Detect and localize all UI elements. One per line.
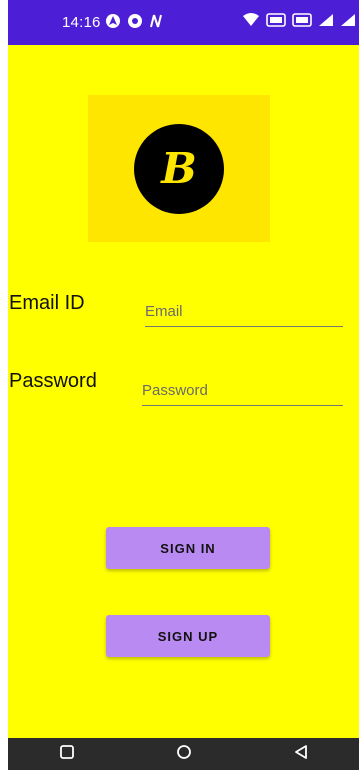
triangle-back-icon (294, 744, 308, 764)
circle-icon (176, 744, 191, 764)
password-label: Password (9, 370, 97, 392)
screen-left-margin (0, 0, 8, 770)
back-button[interactable] (286, 742, 316, 766)
signal-icon (340, 13, 356, 32)
sim2-icon (292, 13, 312, 32)
email-field-wrapper (145, 296, 343, 327)
status-bar: 14:16 (8, 0, 359, 45)
password-field[interactable] (142, 375, 343, 405)
sign-up-button[interactable]: SIGN UP (106, 615, 270, 657)
status-system-icons (242, 13, 359, 32)
maps-icon (105, 13, 121, 34)
navigation-bar (8, 738, 359, 770)
nfc-n-icon (149, 13, 163, 34)
sign-up-label: SIGN UP (157, 628, 219, 644)
wifi-icon (242, 13, 260, 32)
email-field[interactable] (145, 296, 343, 326)
logo-circle: B (134, 123, 224, 214)
sim1-icon (266, 13, 286, 32)
app-logo: B (88, 95, 270, 242)
signal-icon (318, 13, 334, 32)
sign-in-label: SIGN IN (160, 540, 216, 556)
sign-in-button[interactable]: SIGN IN (106, 527, 270, 569)
square-icon (59, 744, 74, 764)
password-field-wrapper (142, 375, 343, 406)
email-label: Email ID (9, 292, 85, 314)
home-button[interactable] (169, 742, 199, 766)
recent-apps-button[interactable] (52, 742, 82, 766)
chrome-icon (127, 13, 143, 34)
status-notification-icons (105, 13, 163, 34)
logo-letter: B (161, 144, 197, 193)
status-time: 14:16 (62, 14, 101, 31)
